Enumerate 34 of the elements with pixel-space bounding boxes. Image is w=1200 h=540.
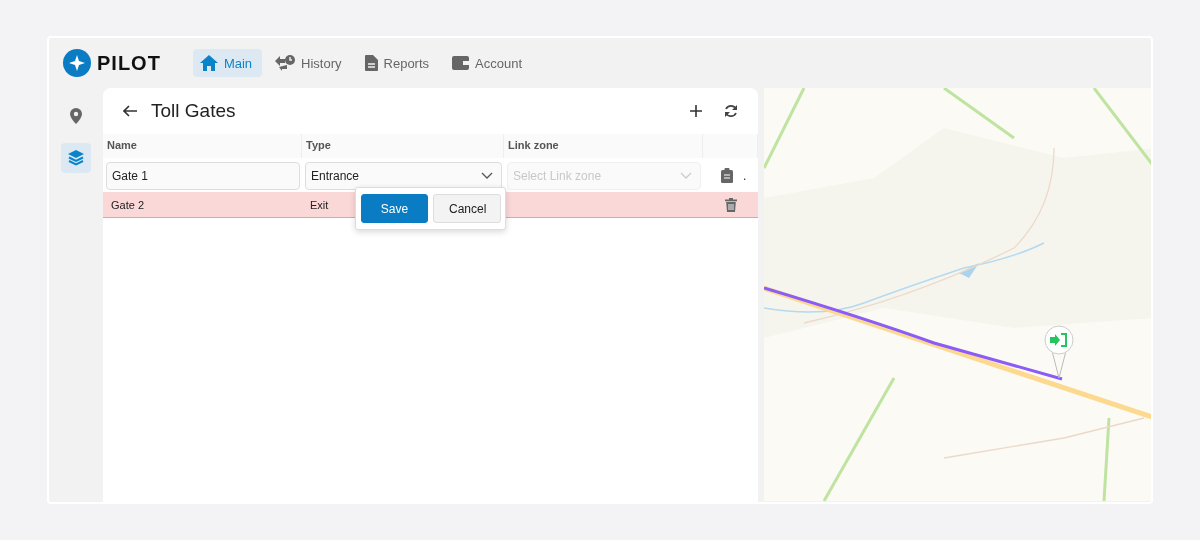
chevron-down-icon: [481, 172, 493, 179]
logo-text: PILOT: [97, 51, 161, 75]
add-button[interactable]: [690, 105, 702, 117]
type-select[interactable]: Entrance: [305, 161, 502, 190]
sidebar-button[interactable]: [61, 143, 91, 173]
clipboard-icon[interactable]: [721, 168, 733, 183]
back-arrow-icon: [123, 105, 137, 117]
dot-text: .: [743, 168, 747, 183]
column-header: Name: [103, 134, 302, 158]
nav-tab[interactable]: Main: [192, 49, 263, 77]
refresh-icon: [724, 104, 738, 118]
panel-title: Toll Gates: [151, 100, 237, 122]
cancel-button[interactable]: Cancel: [433, 194, 501, 223]
save-button[interactable]: Save: [361, 194, 428, 223]
nav-tab[interactable]: History: [268, 49, 352, 77]
table-cell: Gate 2: [103, 192, 302, 218]
layers-icon: [68, 150, 84, 166]
plus-icon: [690, 105, 702, 117]
column-header: Link zone: [504, 134, 703, 158]
document-icon: [364, 55, 378, 71]
arrows-clock-icon: [275, 55, 296, 71]
home-icon: [199, 55, 218, 71]
back-button[interactable]: [123, 105, 137, 117]
column-header: Type: [302, 134, 504, 158]
logo-icon: [63, 49, 91, 77]
nav-tab[interactable]: Account: [445, 49, 533, 77]
nav-tab[interactable]: Reports: [357, 49, 440, 77]
map-marker-icon[interactable]: [1044, 325, 1074, 379]
wallet-icon: [452, 56, 470, 70]
trash-icon[interactable]: [724, 197, 737, 212]
refresh-button[interactable]: [724, 104, 738, 118]
location-pin-icon: [70, 108, 82, 124]
name-input[interactable]: Gate 1: [106, 161, 300, 190]
chevron-down-icon: [680, 172, 692, 179]
